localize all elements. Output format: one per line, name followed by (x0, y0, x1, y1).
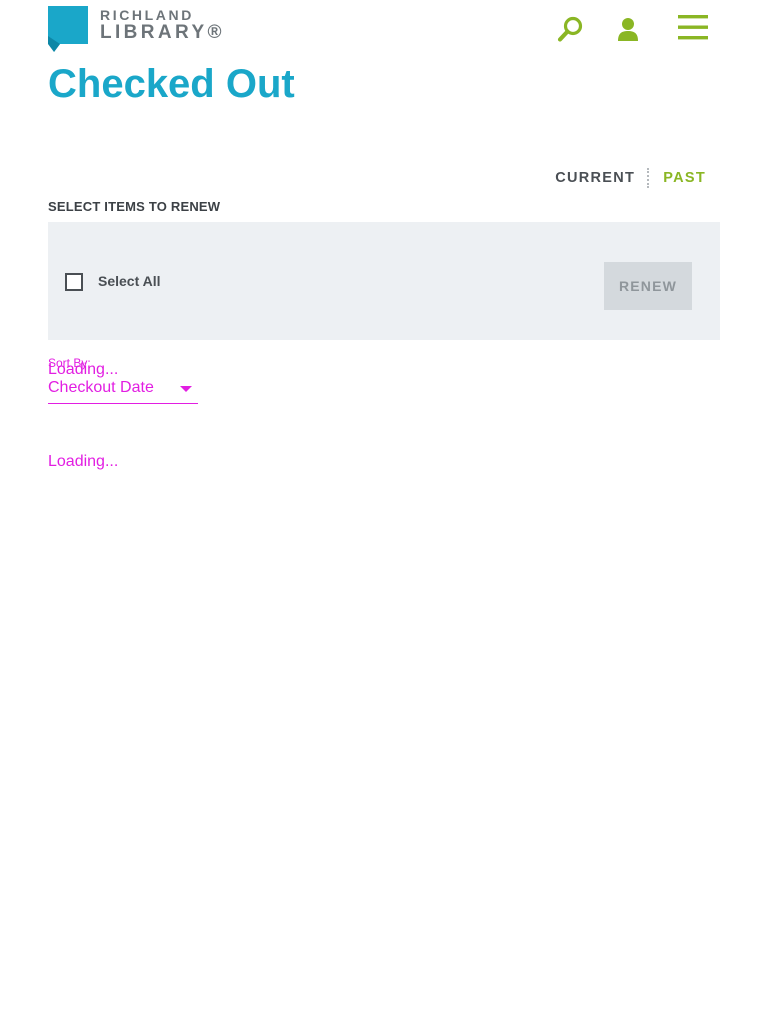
search-icon[interactable] (556, 16, 584, 44)
sort-by-select[interactable]: Checkout Date (48, 376, 198, 404)
current-past-toggle: CURRENT PAST (555, 166, 706, 190)
checked-out-page: RICHLAND LIBRARY® Checked Out CURRENT PA… (0, 0, 768, 1024)
tab-current[interactable]: CURRENT (555, 166, 647, 190)
richland-library-logo[interactable]: RICHLAND LIBRARY® (48, 6, 222, 54)
account-icon[interactable] (616, 17, 640, 43)
logo-line-1: RICHLAND (100, 7, 194, 23)
renew-panel: Select All RENEW (48, 222, 720, 340)
tab-past[interactable]: PAST (649, 166, 706, 190)
list-loading-text: Loading... (48, 453, 119, 470)
logo-line-2: LIBRARY® (100, 22, 225, 43)
select-all-checkbox[interactable] (65, 273, 83, 291)
logo-mark-icon (48, 6, 88, 52)
chevron-down-icon (180, 386, 192, 392)
renew-button[interactable]: RENEW (604, 262, 692, 310)
page-title: Checked Out (48, 62, 295, 106)
select-items-to-renew-label: SELECT ITEMS TO RENEW (48, 199, 221, 214)
sort-selected-value: Checkout Date (48, 379, 154, 396)
hamburger-menu-icon[interactable] (676, 14, 710, 42)
select-all-label[interactable]: Select All (98, 272, 161, 290)
